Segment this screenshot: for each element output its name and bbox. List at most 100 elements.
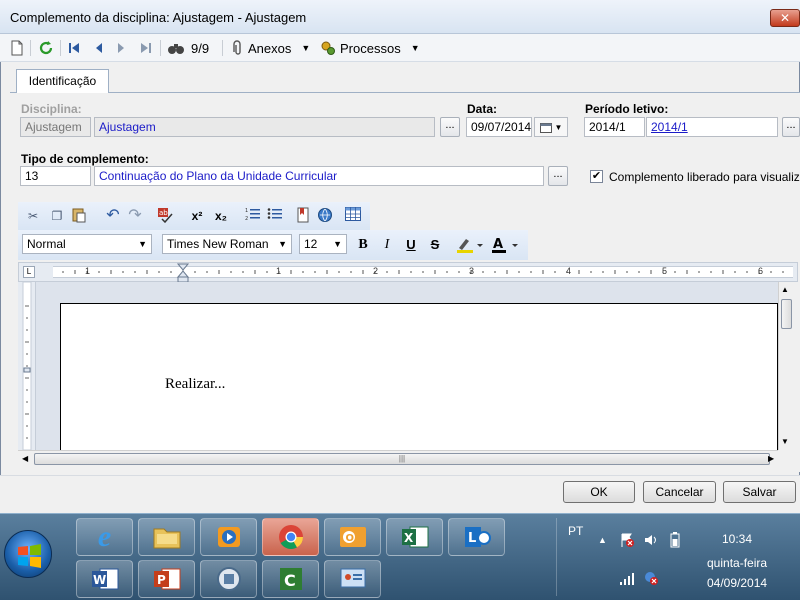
periodo-browse-button[interactable]: ...	[782, 117, 800, 137]
camtasia-icon: C	[279, 568, 302, 590]
media-player-icon	[217, 527, 240, 547]
taskbar-outlook[interactable]: O	[324, 518, 381, 556]
anexos-menu-button[interactable]: Anexos ▼	[230, 38, 310, 58]
tipo-name-field[interactable]: Continuação do Plano da Unidade Curricul…	[94, 166, 544, 186]
vertical-scroll-thumb[interactable]	[781, 299, 792, 329]
document-content[interactable]: Realizar...	[165, 376, 225, 393]
cut-icon[interactable]: ✂	[24, 207, 42, 225]
disciplina-browse-button[interactable]: ...	[440, 117, 460, 137]
scroll-down-icon[interactable]: ▼	[781, 437, 789, 446]
taskbar-word[interactable]: W	[76, 560, 133, 598]
taskbar-app-circle[interactable]	[200, 560, 257, 598]
numbered-list-icon[interactable]: 12	[244, 207, 262, 225]
underline-button[interactable]: U	[402, 236, 420, 254]
tab-identificacao[interactable]: Identificação	[16, 69, 109, 93]
document-page[interactable]: Realizar...	[60, 303, 778, 453]
bold-button[interactable]: B	[354, 236, 372, 254]
volume-icon[interactable]	[643, 532, 659, 548]
taskbar-camtasia[interactable]: C	[262, 560, 319, 598]
calendar-dropdown-button[interactable]: ▼	[534, 117, 568, 137]
subscript-button[interactable]: x₂	[212, 207, 230, 225]
bullet-list-icon[interactable]	[266, 207, 284, 225]
disciplina-name-field[interactable]: Ajustagem	[94, 117, 435, 137]
editor-toolbar-row2: Normal ▼ Times New Roman ▼ 12 ▼ B I U S …	[18, 230, 528, 260]
periodo-code-field[interactable]: 2014/1	[584, 117, 645, 137]
toolbar-separator	[30, 40, 31, 56]
horizontal-scrollbar[interactable]: ◀ ||| ▶	[18, 450, 778, 467]
bookmark-icon[interactable]	[294, 207, 312, 225]
svg-text:C: C	[284, 571, 296, 590]
highlight-color-button[interactable]	[456, 236, 484, 254]
start-button[interactable]	[4, 530, 52, 578]
language-indicator[interactable]: PT	[568, 524, 583, 538]
new-document-icon[interactable]	[10, 38, 24, 58]
scroll-right-icon[interactable]: ▶	[768, 454, 774, 463]
font-size-value: 12	[304, 237, 318, 251]
show-hidden-icons-icon[interactable]: ▲	[598, 535, 607, 545]
toolbar-separator	[60, 40, 61, 56]
taskbar-internet-explorer[interactable]: e	[76, 518, 133, 556]
insert-table-icon[interactable]	[344, 207, 362, 225]
previous-record-icon[interactable]	[94, 38, 104, 58]
taskbar-control-panel[interactable]	[324, 560, 381, 598]
italic-button[interactable]: I	[378, 236, 396, 254]
data-field[interactable]: 09/07/2014	[466, 117, 532, 137]
clock-date[interactable]: 04/09/2014	[707, 576, 767, 590]
font-size-select[interactable]: 12 ▼	[299, 234, 347, 254]
font-family-select[interactable]: Times New Roman ▼	[162, 234, 292, 254]
title-bar[interactable]: Complemento da disciplina: Ajustagem - A…	[0, 0, 800, 34]
spellcheck-icon[interactable]: ab	[156, 207, 174, 225]
svg-text:A: A	[493, 237, 503, 252]
liberado-checkbox[interactable]: ✔	[590, 170, 603, 183]
network-error-icon[interactable]	[643, 570, 659, 586]
paste-icon[interactable]	[70, 207, 88, 225]
tipo-code-field[interactable]: 13	[20, 166, 91, 186]
disciplina-code-field[interactable]: Ajustagem	[20, 117, 91, 137]
tab-stop-selector[interactable]: L	[23, 266, 35, 278]
strikethrough-button[interactable]: S	[426, 236, 444, 254]
scroll-up-icon[interactable]: ▲	[781, 285, 789, 294]
tray-divider	[556, 518, 557, 596]
gears-icon	[321, 41, 335, 55]
hyperlink-icon[interactable]	[316, 207, 334, 225]
periodo-name-link[interactable]: 2014/1	[646, 117, 778, 137]
cancel-button[interactable]: Cancelar	[643, 481, 716, 503]
ok-button[interactable]: OK	[563, 481, 635, 503]
clock-weekday[interactable]: quinta-feira	[707, 556, 767, 570]
search-binoculars-icon[interactable]	[167, 38, 185, 58]
refresh-icon[interactable]	[38, 38, 54, 58]
undo-icon[interactable]: ↶	[104, 207, 122, 225]
ruler-number: 3	[469, 266, 475, 276]
taskbar-file-explorer[interactable]	[138, 518, 195, 556]
next-record-icon[interactable]	[116, 38, 126, 58]
copy-icon[interactable]: ❐	[48, 207, 66, 225]
last-record-icon[interactable]	[140, 38, 152, 58]
first-record-icon[interactable]	[68, 38, 80, 58]
action-center-flag-icon[interactable]	[619, 532, 635, 548]
taskbar-excel[interactable]: X	[386, 518, 443, 556]
processos-menu-button[interactable]: Processos ▼	[320, 38, 420, 58]
scroll-left-icon[interactable]: ◀	[22, 454, 28, 463]
outlook-icon: O	[339, 527, 366, 547]
close-button[interactable]: ✕	[770, 9, 800, 27]
taskbar-media-player[interactable]	[200, 518, 257, 556]
wifi-signal-icon[interactable]	[619, 572, 635, 586]
tipo-browse-button[interactable]: ...	[548, 166, 568, 186]
data-label: Data:	[467, 102, 498, 116]
font-color-button[interactable]: A	[490, 236, 520, 254]
horizontal-scroll-thumb[interactable]: |||	[34, 453, 770, 465]
chevron-down-icon: ▼	[278, 239, 287, 249]
ruler-number: 2	[373, 266, 379, 276]
vertical-scrollbar[interactable]: ▲ ▼	[778, 282, 795, 450]
taskbar-powerpoint[interactable]: P	[138, 560, 195, 598]
taskbar-chrome[interactable]	[262, 518, 319, 556]
indent-marker-icon[interactable]	[177, 263, 189, 283]
battery-icon[interactable]	[668, 531, 682, 549]
taskbar-lync[interactable]: L	[448, 518, 505, 556]
superscript-button[interactable]: x²	[188, 207, 206, 225]
clock-time[interactable]: 10:34	[722, 532, 752, 546]
save-button[interactable]: Salvar	[723, 481, 796, 503]
svg-text:2: 2	[245, 216, 248, 221]
paragraph-style-select[interactable]: Normal ▼	[22, 234, 152, 254]
redo-icon[interactable]: ↷	[126, 207, 144, 225]
